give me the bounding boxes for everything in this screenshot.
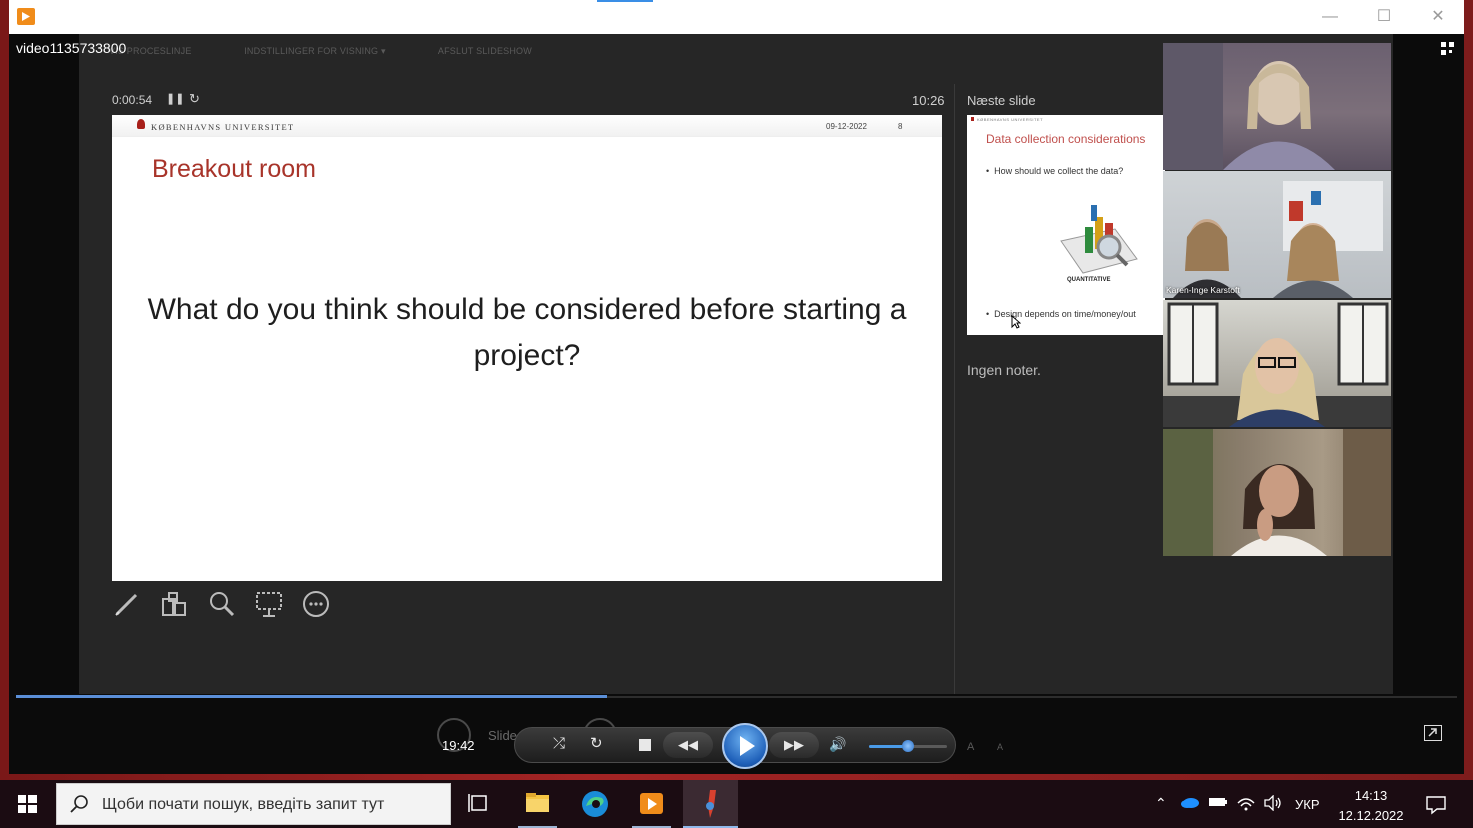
next-slide-bullet: • How should we collect the data? (986, 166, 1124, 176)
start-button[interactable] (0, 780, 55, 828)
toolbar-item: AFSLUT SLIDESHOW (437, 46, 532, 56)
font-size-increase: A (967, 741, 975, 753)
participant-video (1163, 43, 1335, 170)
volume-knob[interactable] (902, 740, 914, 752)
volume-button[interactable]: 🔊 (829, 736, 846, 753)
input-language[interactable]: УКР (1295, 797, 1320, 812)
title-accent (597, 0, 653, 2)
taskbar-media-player[interactable] (624, 780, 679, 828)
slide-university: KØBENHAVNS UNIVERSITET (151, 122, 295, 132)
restart-icon: ↻ (189, 91, 200, 106)
screen-icon[interactable] (254, 589, 284, 619)
current-slide: KØBENHAVNS UNIVERSITET 09-12-2022 8 Brea… (112, 115, 942, 581)
miniplayer-icon[interactable] (1424, 725, 1442, 741)
next-slide-header: KØBENHAVNS UNIVERSITET (977, 117, 1044, 122)
more-icon[interactable] (301, 589, 331, 619)
notification-icon[interactable] (1425, 795, 1447, 820)
presenter-toolbar: VIS PROCESLINJE INDSTILLINGER FOR VISNIN… (109, 46, 582, 57)
slides-grid-icon[interactable] (159, 589, 189, 619)
presenter-clock: 10:26 (912, 93, 945, 108)
playback-controls: ⤮ ↻ ◀◀ ▶▶ 🔊 (514, 723, 956, 769)
maximize-button[interactable]: ☐ (1361, 4, 1407, 30)
toolbar-item: INDSTILLINGER FOR VISNING ▾ (244, 46, 386, 56)
search-placeholder: Щоби почати пошук, введіть запит тут (102, 796, 385, 813)
elapsed-timer: 0:00:54 (112, 93, 153, 107)
video-area[interactable]: VIS PROCESLINJE INDSTILLINGER FOR VISNIN… (9, 34, 1464, 774)
stop-button[interactable] (639, 739, 651, 751)
divider (954, 84, 955, 694)
pause-icon: ❚❚ (166, 93, 185, 105)
next-slide-title: Data collection considerations (986, 132, 1146, 146)
minimize-button[interactable]: — (1307, 4, 1353, 30)
university-logo-icon (971, 117, 974, 121)
current-time: 19:42 (442, 738, 475, 753)
wifi-icon[interactable] (1236, 795, 1256, 814)
participant-video (1173, 181, 1383, 298)
zoom-icon[interactable] (207, 589, 237, 619)
speaker-icon[interactable] (1263, 794, 1283, 814)
pen-icon[interactable] (112, 589, 142, 619)
taskbar-date[interactable]: 12.12.2022 (1336, 808, 1406, 823)
battery-icon[interactable] (1208, 795, 1228, 812)
slide-title: Breakout room (152, 155, 316, 183)
next-slide-label: Næste slide (967, 93, 1036, 108)
play-icon (740, 736, 755, 756)
shuffle-button[interactable]: ⤮ (553, 735, 565, 752)
taskbar-file-explorer[interactable] (510, 780, 565, 828)
search-icon (69, 794, 89, 819)
taskbar-edge[interactable] (568, 780, 623, 828)
mouse-cursor-icon (1011, 314, 1022, 334)
slide-date: 09-12-2022 (826, 122, 867, 131)
close-button[interactable]: ✕ (1415, 4, 1461, 30)
participant-tile[interactable] (1163, 43, 1391, 170)
font-size-decrease: A (997, 742, 1004, 752)
slide-number: 8 (898, 122, 903, 131)
task-view-button[interactable] (451, 780, 506, 828)
play-button[interactable] (722, 723, 768, 769)
participants-panel: Karen-Inge Karstoft (1163, 43, 1391, 556)
windows-logo-icon (18, 795, 37, 813)
taskbar: Щоби почати пошук, введіть запит тут ⌃ У… (0, 780, 1473, 828)
title-bar[interactable]: — ☐ ✕ (9, 0, 1464, 34)
graphic-label: QUANTITATIVE (1067, 277, 1111, 283)
seek-bar-progress (16, 695, 607, 698)
next-slide-preview[interactable]: KØBENHAVNS UNIVERSITET Data collection c… (967, 115, 1165, 335)
next-slide-bullet: • Design depends on time/money/out (986, 309, 1136, 319)
presenter-app-icon (706, 790, 716, 818)
folder-icon (526, 793, 549, 812)
speaker-notes: Ingen noter. (967, 362, 1041, 378)
slide-header: KØBENHAVNS UNIVERSITET 09-12-2022 8 (112, 115, 942, 137)
participant-name: Karen-Inge Karstoft (1166, 285, 1240, 295)
task-view-icon (468, 794, 487, 812)
repeat-button[interactable]: ↻ (590, 734, 603, 752)
volume-slider[interactable] (869, 740, 947, 752)
participant-tile[interactable] (1163, 429, 1391, 556)
onedrive-icon[interactable] (1180, 795, 1200, 812)
media-player-icon (640, 793, 663, 814)
slide-question: What do you think should be considered b… (147, 293, 907, 372)
university-logo-icon (137, 119, 145, 129)
edge-browser-icon (582, 791, 608, 817)
bullet-text: How should we collect the data? (994, 166, 1124, 176)
fast-forward-button[interactable]: ▶▶ (769, 732, 819, 758)
taskbar-search[interactable]: Щоби почати пошук, введіть запит тут (56, 783, 451, 825)
taskbar-time[interactable]: 14:13 (1336, 788, 1406, 803)
participant-tile[interactable] (1163, 300, 1391, 427)
video-title: video1135733800 (16, 40, 127, 56)
media-player-app-icon (17, 8, 35, 25)
participant-video (1163, 429, 1391, 556)
participant-tile[interactable]: Karen-Inge Karstoft (1163, 171, 1391, 298)
rewind-button[interactable]: ◀◀ (663, 732, 713, 758)
taskbar-powerpoint[interactable] (683, 780, 738, 828)
participant-video (1163, 302, 1391, 427)
chart-graphic-icon (1055, 201, 1139, 285)
chevron-up-icon[interactable]: ⌃ (1155, 795, 1167, 812)
media-player-window: — ☐ ✕ VIS PROCESLINJE INDSTILLINGER FOR … (9, 0, 1464, 774)
layout-grid-icon[interactable] (1441, 42, 1455, 56)
